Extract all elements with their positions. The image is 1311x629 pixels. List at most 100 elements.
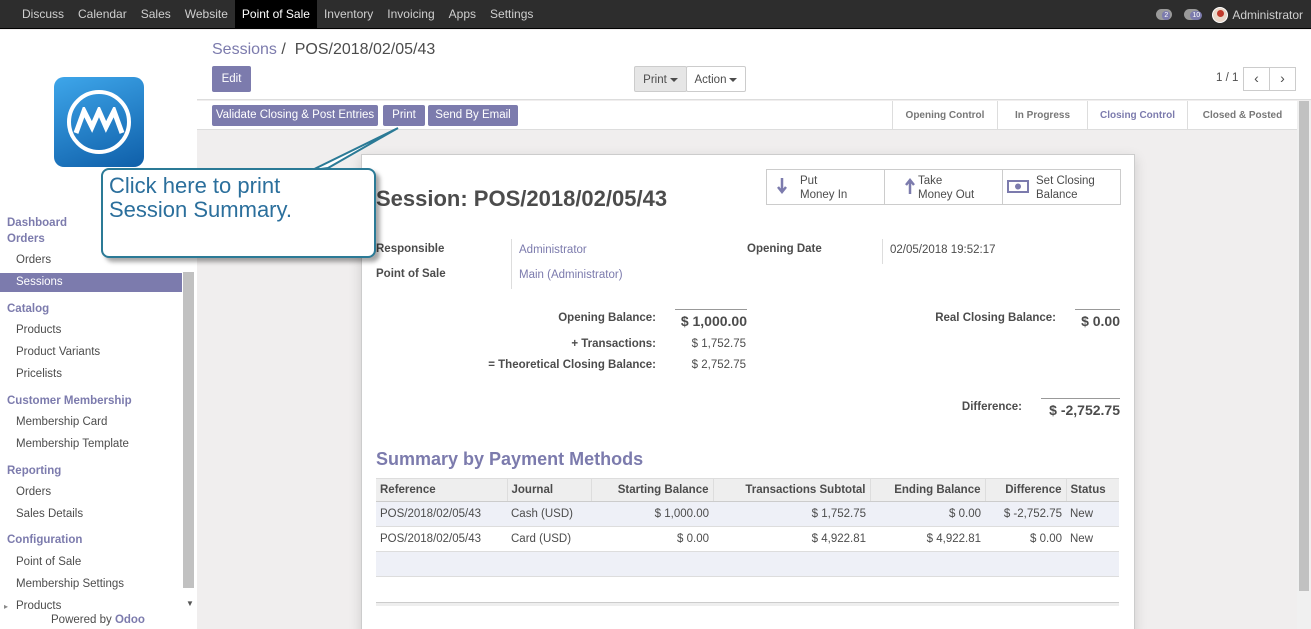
- page-scrollbar[interactable]: [1297, 101, 1311, 629]
- menu-discuss[interactable]: Discuss: [15, 0, 71, 29]
- chevron-right-icon: ›: [1280, 70, 1285, 86]
- scroll-down-icon[interactable]: ▼: [186, 599, 194, 608]
- sidebar-item-membership-template[interactable]: Membership Template: [0, 435, 182, 454]
- caret-down-icon: [729, 77, 738, 82]
- app-menu: Discuss Calendar Sales Website Point of …: [15, 0, 540, 29]
- sidebar-item-reporting-orders[interactable]: Orders: [0, 483, 182, 502]
- col-reference[interactable]: Reference: [376, 478, 507, 502]
- money-icon: [1007, 180, 1029, 193]
- sidebar-section-membership: Customer Membership: [7, 395, 132, 407]
- sidebar-section-orders: Orders: [7, 233, 45, 245]
- powered-by: Powered by Odoo: [51, 614, 145, 626]
- user-menu[interactable]: Administrator: [1232, 8, 1303, 22]
- difference-label: Difference:: [961, 401, 1022, 413]
- real-closing-balance-label: Real Closing Balance:: [935, 312, 1056, 324]
- transactions-label: + Transactions:: [571, 338, 656, 350]
- responsible-value[interactable]: Administrator: [519, 244, 587, 256]
- opening-balance-label: Opening Balance:: [558, 312, 656, 324]
- col-transactions-subtotal[interactable]: Transactions Subtotal: [712, 478, 870, 502]
- main-content: Sessions / POS/2018/02/05/43 Edit Print …: [197, 30, 1311, 629]
- set-closing-balance-button[interactable]: Set Closing Balance: [1003, 170, 1120, 204]
- pager-previous-button[interactable]: ‹: [1243, 67, 1270, 91]
- menu-apps[interactable]: Apps: [442, 0, 483, 29]
- user-avatar[interactable]: [1212, 6, 1229, 23]
- status-bar: Validate Closing & Post Entries Print Se…: [197, 101, 1297, 130]
- sidebar-item-sessions[interactable]: Sessions: [0, 273, 182, 292]
- theoretical-closing-value: $ 2,752.75: [691, 359, 746, 371]
- sidebar-item-orders[interactable]: Orders: [0, 251, 182, 270]
- point-of-sale-label: Point of Sale: [376, 268, 446, 280]
- chat-icon[interactable]: 2: [1156, 8, 1174, 22]
- print-dropdown[interactable]: Print: [634, 66, 687, 92]
- menu-settings[interactable]: Settings: [483, 0, 540, 29]
- pager-next-button[interactable]: ›: [1269, 67, 1296, 91]
- arrow-up-icon: [905, 177, 915, 194]
- breadcrumb-current: POS/2018/02/05/43: [294, 41, 436, 58]
- breadcrumb-sessions[interactable]: Sessions: [212, 41, 277, 58]
- session-title: Session: POS/2018/02/05/43: [376, 186, 668, 211]
- table-row[interactable]: POS/2018/02/05/43 Cash (USD) $ 1,000.00 …: [376, 501, 1119, 527]
- col-journal[interactable]: Journal: [506, 478, 591, 502]
- sidebar-item-membership-settings[interactable]: Membership Settings: [0, 575, 182, 594]
- stage-closed-posted[interactable]: Closed & Posted: [1187, 101, 1297, 130]
- col-status[interactable]: Status: [1065, 478, 1119, 502]
- breadcrumb: Sessions / POS/2018/02/05/43: [212, 41, 436, 58]
- activity-icon[interactable]: 10: [1184, 8, 1203, 22]
- put-money-in-button[interactable]: Put Money In: [767, 170, 885, 204]
- arrow-down-icon: [777, 178, 787, 195]
- sidebar-dashboard[interactable]: Dashboard: [7, 217, 67, 229]
- pager-value: 1 / 1: [1216, 72, 1239, 84]
- summary-title: Summary by Payment Methods: [376, 449, 644, 469]
- transactions-value: $ 1,752.75: [691, 338, 746, 350]
- divider: [376, 602, 1119, 606]
- edit-button[interactable]: Edit: [212, 66, 251, 92]
- sidebar-item-sales-details[interactable]: Sales Details: [0, 505, 182, 524]
- point-of-sale-value[interactable]: Main (Administrator): [519, 269, 623, 281]
- sidebar-item-pricelists[interactable]: Pricelists: [0, 365, 182, 384]
- action-dropdown[interactable]: Action: [686, 66, 746, 92]
- sidebar-item-products[interactable]: Products: [0, 321, 182, 340]
- menu-inventory[interactable]: Inventory: [317, 0, 380, 29]
- chevron-left-icon: ‹: [1254, 70, 1259, 86]
- menu-calendar[interactable]: Calendar: [71, 0, 134, 29]
- col-ending-balance[interactable]: Ending Balance: [869, 478, 985, 502]
- company-logo: [54, 77, 144, 167]
- caret-right-icon: ▸: [4, 602, 9, 611]
- take-money-out-button[interactable]: Take Money Out: [885, 170, 1003, 204]
- col-difference[interactable]: Difference: [984, 478, 1066, 502]
- sidebar-item-product-variants[interactable]: Product Variants: [0, 343, 182, 362]
- opening-date-label: Opening Date: [747, 243, 822, 255]
- menu-point-of-sale[interactable]: Point of Sale: [234, 0, 317, 29]
- menu-sales[interactable]: Sales: [134, 0, 178, 29]
- print-summary-button[interactable]: Print: [383, 105, 425, 126]
- sidebar-section-configuration: Configuration: [7, 534, 83, 546]
- col-starting-balance[interactable]: Starting Balance: [590, 478, 713, 502]
- top-navbar: Discuss Calendar Sales Website Point of …: [0, 0, 1311, 29]
- menu-website[interactable]: Website: [178, 0, 235, 29]
- table-row[interactable]: POS/2018/02/05/43 Card (USD) $ 0.00 $ 4,…: [376, 526, 1119, 552]
- smart-buttons: Put Money In Take Money Out Set Closing Bal…: [766, 169, 1121, 205]
- sidebar-scrollbar[interactable]: [183, 272, 194, 588]
- activity-count-badge: 10: [1190, 10, 1203, 20]
- sidebar-item-membership-card[interactable]: Membership Card: [0, 413, 182, 432]
- sidebar-section-reporting: Reporting: [7, 465, 62, 477]
- opening-balance-value: $ 1,000.00: [675, 309, 747, 329]
- caret-down-icon: [669, 77, 678, 82]
- validate-closing-button[interactable]: Validate Closing & Post Entries: [212, 105, 378, 126]
- sidebar: Dashboard Orders Orders Sessions Catalog…: [0, 30, 197, 629]
- opening-date-value: 02/05/2018 19:52:17: [890, 244, 996, 256]
- odoo-link[interactable]: Odoo: [115, 614, 145, 626]
- sidebar-section-catalog: Catalog: [7, 303, 50, 315]
- sidebar-item-config-point-of-sale[interactable]: Point of Sale: [0, 553, 182, 572]
- stage-in-progress[interactable]: In Progress: [997, 101, 1087, 130]
- send-by-email-button[interactable]: Send By Email: [428, 105, 518, 126]
- table-footer: [376, 551, 1119, 577]
- menu-invoicing[interactable]: Invoicing: [380, 0, 441, 29]
- chat-count-badge: 2: [1162, 10, 1171, 20]
- difference-value: $ -2,752.75: [1041, 398, 1120, 418]
- real-closing-balance-value: $ 0.00: [1075, 309, 1120, 329]
- form-sheet: Session: POS/2018/02/05/43 Put Money In T…: [361, 154, 1135, 629]
- responsible-label: Responsible: [376, 243, 445, 255]
- stage-opening-control[interactable]: Opening Control: [892, 101, 997, 130]
- stage-closing-control[interactable]: Closing Control: [1087, 101, 1187, 130]
